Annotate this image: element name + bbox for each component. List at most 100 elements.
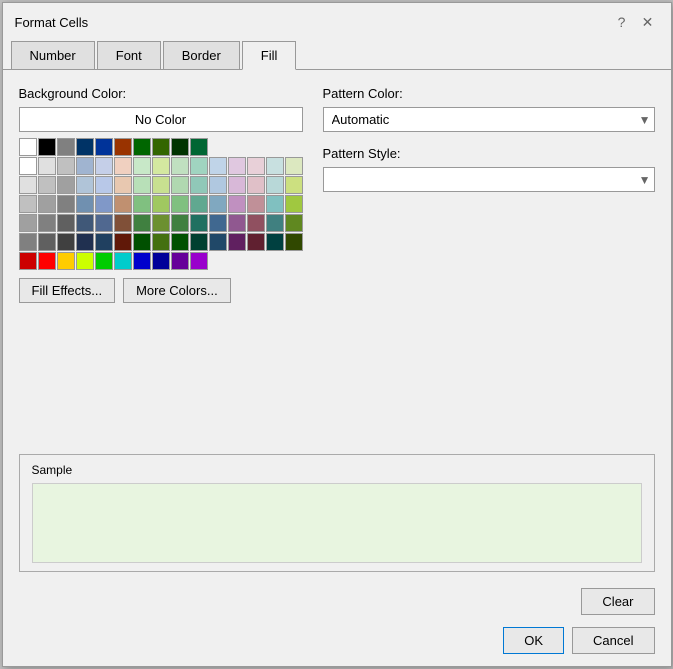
color-cell[interactable]	[266, 214, 284, 232]
color-cell[interactable]	[152, 176, 170, 194]
color-cell[interactable]	[114, 157, 132, 175]
color-cell[interactable]	[209, 233, 227, 251]
color-cell[interactable]	[57, 195, 75, 213]
color-cell[interactable]	[228, 195, 246, 213]
color-cell[interactable]	[190, 252, 208, 270]
color-cell[interactable]	[38, 138, 56, 156]
tab-border[interactable]: Border	[163, 41, 240, 69]
color-cell[interactable]	[190, 195, 208, 213]
color-cell[interactable]	[209, 214, 227, 232]
color-cell[interactable]	[228, 214, 246, 232]
color-cell[interactable]	[266, 195, 284, 213]
cancel-button[interactable]: Cancel	[572, 627, 654, 654]
color-cell[interactable]	[285, 176, 303, 194]
color-cell[interactable]	[114, 233, 132, 251]
color-cell[interactable]	[76, 233, 94, 251]
color-cell[interactable]	[285, 233, 303, 251]
color-cell[interactable]	[171, 195, 189, 213]
color-cell[interactable]	[95, 233, 113, 251]
color-cell[interactable]	[19, 233, 37, 251]
color-cell[interactable]	[57, 252, 75, 270]
color-cell[interactable]	[133, 233, 151, 251]
color-cell[interactable]	[247, 157, 265, 175]
color-cell[interactable]	[114, 176, 132, 194]
help-button[interactable]: ?	[611, 11, 633, 33]
color-cell[interactable]	[76, 195, 94, 213]
color-cell[interactable]	[152, 157, 170, 175]
color-cell[interactable]	[228, 176, 246, 194]
color-cell[interactable]	[190, 214, 208, 232]
color-cell[interactable]	[19, 157, 37, 175]
color-cell[interactable]	[95, 195, 113, 213]
ok-button[interactable]: OK	[503, 627, 564, 654]
color-cell[interactable]	[76, 157, 94, 175]
color-cell[interactable]	[133, 176, 151, 194]
color-cell[interactable]	[247, 214, 265, 232]
color-cell[interactable]	[133, 138, 151, 156]
color-cell[interactable]	[209, 195, 227, 213]
color-cell[interactable]	[152, 195, 170, 213]
color-cell[interactable]	[38, 176, 56, 194]
color-cell[interactable]	[228, 157, 246, 175]
color-cell[interactable]	[190, 176, 208, 194]
color-cell[interactable]	[133, 157, 151, 175]
color-cell[interactable]	[285, 214, 303, 232]
color-cell[interactable]	[57, 176, 75, 194]
color-cell[interactable]	[152, 233, 170, 251]
color-cell[interactable]	[95, 214, 113, 232]
pattern-style-select[interactable]	[323, 167, 655, 192]
color-cell[interactable]	[171, 252, 189, 270]
color-cell[interactable]	[247, 176, 265, 194]
color-cell[interactable]	[190, 157, 208, 175]
color-cell[interactable]	[171, 138, 189, 156]
color-cell[interactable]	[19, 176, 37, 194]
color-cell[interactable]	[76, 214, 94, 232]
no-color-button[interactable]: No Color	[19, 107, 303, 132]
color-cell[interactable]	[95, 138, 113, 156]
color-cell[interactable]	[114, 138, 132, 156]
color-cell[interactable]	[38, 195, 56, 213]
color-cell[interactable]	[266, 157, 284, 175]
color-cell[interactable]	[133, 214, 151, 232]
color-cell[interactable]	[285, 157, 303, 175]
color-cell[interactable]	[76, 176, 94, 194]
tab-number[interactable]: Number	[11, 41, 95, 69]
color-cell[interactable]	[247, 233, 265, 251]
color-cell[interactable]	[152, 138, 170, 156]
color-cell[interactable]	[38, 252, 56, 270]
color-cell[interactable]	[95, 176, 113, 194]
color-cell[interactable]	[57, 233, 75, 251]
color-cell[interactable]	[19, 214, 37, 232]
more-colors-button[interactable]: More Colors...	[123, 278, 231, 303]
color-cell[interactable]	[190, 138, 208, 156]
color-cell[interactable]	[171, 176, 189, 194]
color-cell[interactable]	[114, 195, 132, 213]
color-cell[interactable]	[209, 176, 227, 194]
color-cell[interactable]	[114, 214, 132, 232]
fill-effects-button[interactable]: Fill Effects...	[19, 278, 116, 303]
color-cell[interactable]	[38, 214, 56, 232]
color-cell[interactable]	[57, 138, 75, 156]
color-cell[interactable]	[266, 176, 284, 194]
pattern-color-select[interactable]: Automatic	[323, 107, 655, 132]
color-cell[interactable]	[19, 138, 37, 156]
color-cell[interactable]	[266, 233, 284, 251]
color-cell[interactable]	[38, 157, 56, 175]
color-cell[interactable]	[247, 195, 265, 213]
color-cell[interactable]	[171, 214, 189, 232]
color-cell[interactable]	[190, 233, 208, 251]
color-cell[interactable]	[171, 233, 189, 251]
color-cell[interactable]	[152, 252, 170, 270]
color-cell[interactable]	[95, 252, 113, 270]
color-cell[interactable]	[133, 195, 151, 213]
color-cell[interactable]	[95, 157, 113, 175]
color-cell[interactable]	[19, 195, 37, 213]
color-cell[interactable]	[114, 252, 132, 270]
color-cell[interactable]	[19, 252, 37, 270]
close-button[interactable]: ✕	[637, 11, 659, 33]
color-cell[interactable]	[209, 157, 227, 175]
color-cell[interactable]	[152, 214, 170, 232]
color-cell[interactable]	[76, 252, 94, 270]
tab-fill[interactable]: Fill	[242, 41, 297, 70]
color-cell[interactable]	[171, 157, 189, 175]
